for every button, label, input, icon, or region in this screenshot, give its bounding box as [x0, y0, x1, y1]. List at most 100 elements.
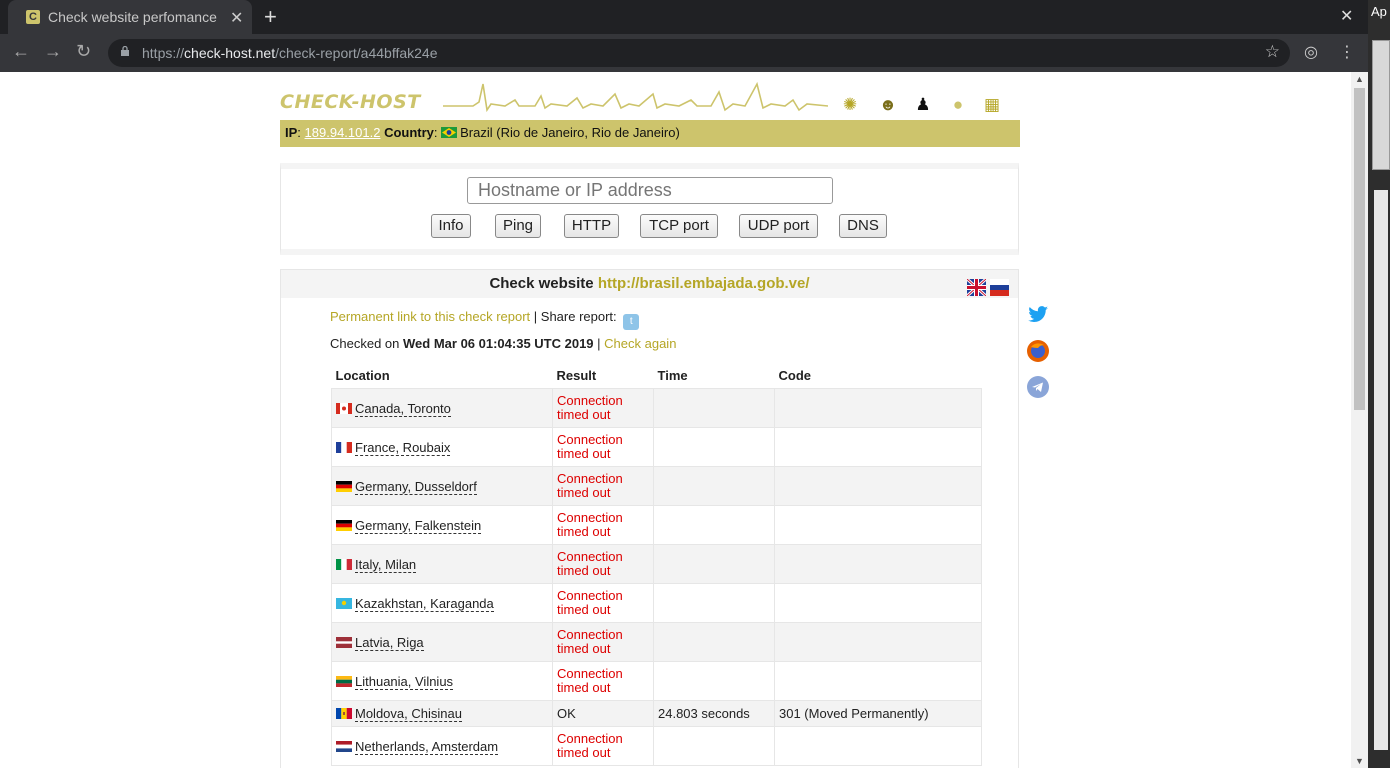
code-cell: [774, 466, 982, 506]
location-cell: Moldova, Chisinau: [331, 700, 553, 727]
reload-icon[interactable]: ↻: [76, 41, 91, 62]
location-cell: Netherlands, Amsterdam: [331, 726, 553, 766]
location-cell: Latvia, Riga: [331, 622, 553, 662]
http-button[interactable]: HTTP: [564, 214, 619, 238]
code-cell: [774, 427, 982, 467]
share-twitter-icon[interactable]: t: [623, 314, 640, 330]
android-icon[interactable]: ✺: [839, 94, 861, 116]
scroll-down-icon[interactable]: ▼: [1355, 756, 1364, 766]
result-cell: Connection timed out: [552, 388, 654, 428]
bsd-icon[interactable]: ☻: [877, 94, 899, 116]
time-cell: [653, 505, 775, 545]
dns-button[interactable]: DNS: [839, 214, 887, 238]
check-report: Check website http://brasil.embajada.gob…: [280, 269, 1019, 768]
location-cell: Italy, Milan: [331, 544, 553, 584]
browser-tab[interactable]: C Check website perfomance ✕: [8, 0, 252, 34]
address-bar[interactable]: https://check-host.net/check-report/a44b…: [108, 39, 1290, 67]
column-code: Code: [778, 368, 812, 383]
linux-icon[interactable]: ♟: [912, 94, 934, 116]
telegram-icon[interactable]: [1026, 375, 1050, 399]
twitter-icon[interactable]: [1026, 302, 1050, 326]
ip-label: IP: [285, 125, 298, 140]
ping-button[interactable]: Ping: [495, 214, 541, 238]
desktop-edge: Ap: [1368, 0, 1390, 768]
english-flag-icon[interactable]: [967, 279, 986, 296]
new-tab-icon[interactable]: +: [264, 4, 277, 30]
table-header-row: Location Result Time Code: [332, 366, 982, 389]
incognito-icon[interactable]: ◎: [1304, 42, 1318, 62]
time-cell: [653, 544, 775, 584]
tab-close-icon[interactable]: ✕: [230, 8, 243, 28]
location-link[interactable]: Canada, Toronto: [355, 400, 451, 417]
country-flag-icon: [336, 402, 352, 414]
location-link[interactable]: Netherlands, Amsterdam: [355, 738, 499, 755]
info-button[interactable]: Info: [431, 214, 471, 238]
code-cell: [774, 388, 982, 428]
country-flag-icon: [336, 480, 352, 492]
table-row: Moldova, Chisinau OK 24.803 seconds 301 (Mo…: [331, 700, 982, 727]
table-row: Latvia, Riga Connection timed out: [331, 622, 982, 662]
location-link[interactable]: Latvia, Riga: [355, 634, 424, 651]
windows-icon[interactable]: ▦: [981, 94, 1003, 116]
results-table: Location Result Time Code Canada, Toront…: [331, 366, 982, 766]
location-link[interactable]: Germany, Falkenstein: [355, 517, 482, 534]
location-link[interactable]: Lithuania, Vilnius: [355, 673, 454, 690]
menu-icon[interactable]: ⋮: [1339, 42, 1355, 62]
scrollbar-thumb[interactable]: [1354, 88, 1365, 410]
window-close-icon[interactable]: ✕: [1340, 6, 1353, 26]
country-flag-icon: [336, 597, 352, 609]
location-cell: Lithuania, Vilnius: [331, 661, 553, 701]
location-link[interactable]: Italy, Milan: [355, 556, 417, 573]
bookmark-star-icon[interactable]: ☆: [1265, 42, 1280, 62]
result-text: Connection timed out: [557, 471, 623, 500]
target-link[interactable]: http://brasil.embajada.gob.ve/: [598, 275, 810, 292]
browser-tab-bar: C Check website perfomance ✕ + ✕: [0, 0, 1368, 34]
result-text: Connection timed out: [557, 627, 623, 656]
code-cell: [774, 661, 982, 701]
table-row: Germany, Dusseldorf Connection timed out: [331, 466, 982, 506]
result-text: Connection timed out: [557, 588, 623, 617]
hostname-input[interactable]: [467, 177, 833, 204]
result-cell: Connection timed out: [552, 427, 654, 467]
location-link[interactable]: Germany, Dusseldorf: [355, 478, 477, 495]
location-link[interactable]: Moldova, Chisinau: [355, 706, 462, 722]
back-icon[interactable]: ←: [12, 41, 30, 62]
share-line: Permanent link to this check report | Sh…: [330, 309, 640, 330]
ip-link[interactable]: 189.94.101.2: [305, 125, 381, 140]
checked-on-date: Wed Mar 06 01:04:35 UTC 2019: [403, 336, 594, 351]
site-favicon-icon: C: [26, 10, 40, 24]
forward-icon[interactable]: →: [44, 41, 62, 62]
time-cell: [653, 427, 775, 467]
check-again-link[interactable]: Check again: [604, 336, 676, 351]
russian-flag-icon[interactable]: [990, 279, 1009, 296]
scroll-up-icon[interactable]: ▲: [1355, 74, 1364, 84]
site-logo[interactable]: CHECK-HOST: [280, 91, 421, 113]
location-cell: Germany, Falkenstein: [331, 505, 553, 545]
result-text: Connection timed out: [557, 393, 623, 422]
permanent-link[interactable]: Permanent link to this check report: [330, 309, 530, 324]
time-cell: [653, 388, 775, 428]
location-cell: France, Roubaix: [331, 427, 553, 467]
browser-toolbar: ← → ↻ https://check-host.net/check-repor…: [0, 34, 1368, 72]
location-cell: Kazakhstan, Karaganda: [331, 583, 553, 623]
result-text: OK: [557, 706, 576, 721]
result-cell: Connection timed out: [552, 466, 654, 506]
web-page: CHECK-HOST ✺ ☻ ♟ ● ▦ IP: 189.94.101.2 Co…: [0, 72, 1351, 768]
result-cell: Connection timed out: [552, 726, 654, 766]
udp-port-button[interactable]: UDP port: [739, 214, 818, 238]
country-value: Brazil (Rio de Janeiro, Rio de Janeiro): [460, 125, 680, 140]
tcp-port-button[interactable]: TCP port: [640, 214, 718, 238]
result-text: Connection timed out: [557, 666, 623, 695]
location-link[interactable]: France, Roubaix: [355, 439, 451, 456]
country-flag-icon: [336, 740, 352, 752]
firefox-icon[interactable]: [1026, 339, 1050, 363]
result-text: Connection timed out: [557, 731, 623, 760]
location-cell: Germany, Dusseldorf: [331, 466, 553, 506]
page-scrollbar[interactable]: ▲ ▼: [1351, 72, 1368, 768]
result-cell: Connection timed out: [552, 661, 654, 701]
desktop-label: Ap: [1371, 4, 1387, 19]
table-row: Germany, Falkenstein Connection timed out: [331, 505, 982, 545]
location-link[interactable]: Kazakhstan, Karaganda: [355, 595, 494, 612]
table-row: France, Roubaix Connection timed out: [331, 427, 982, 467]
apple-icon[interactable]: ●: [947, 94, 969, 116]
